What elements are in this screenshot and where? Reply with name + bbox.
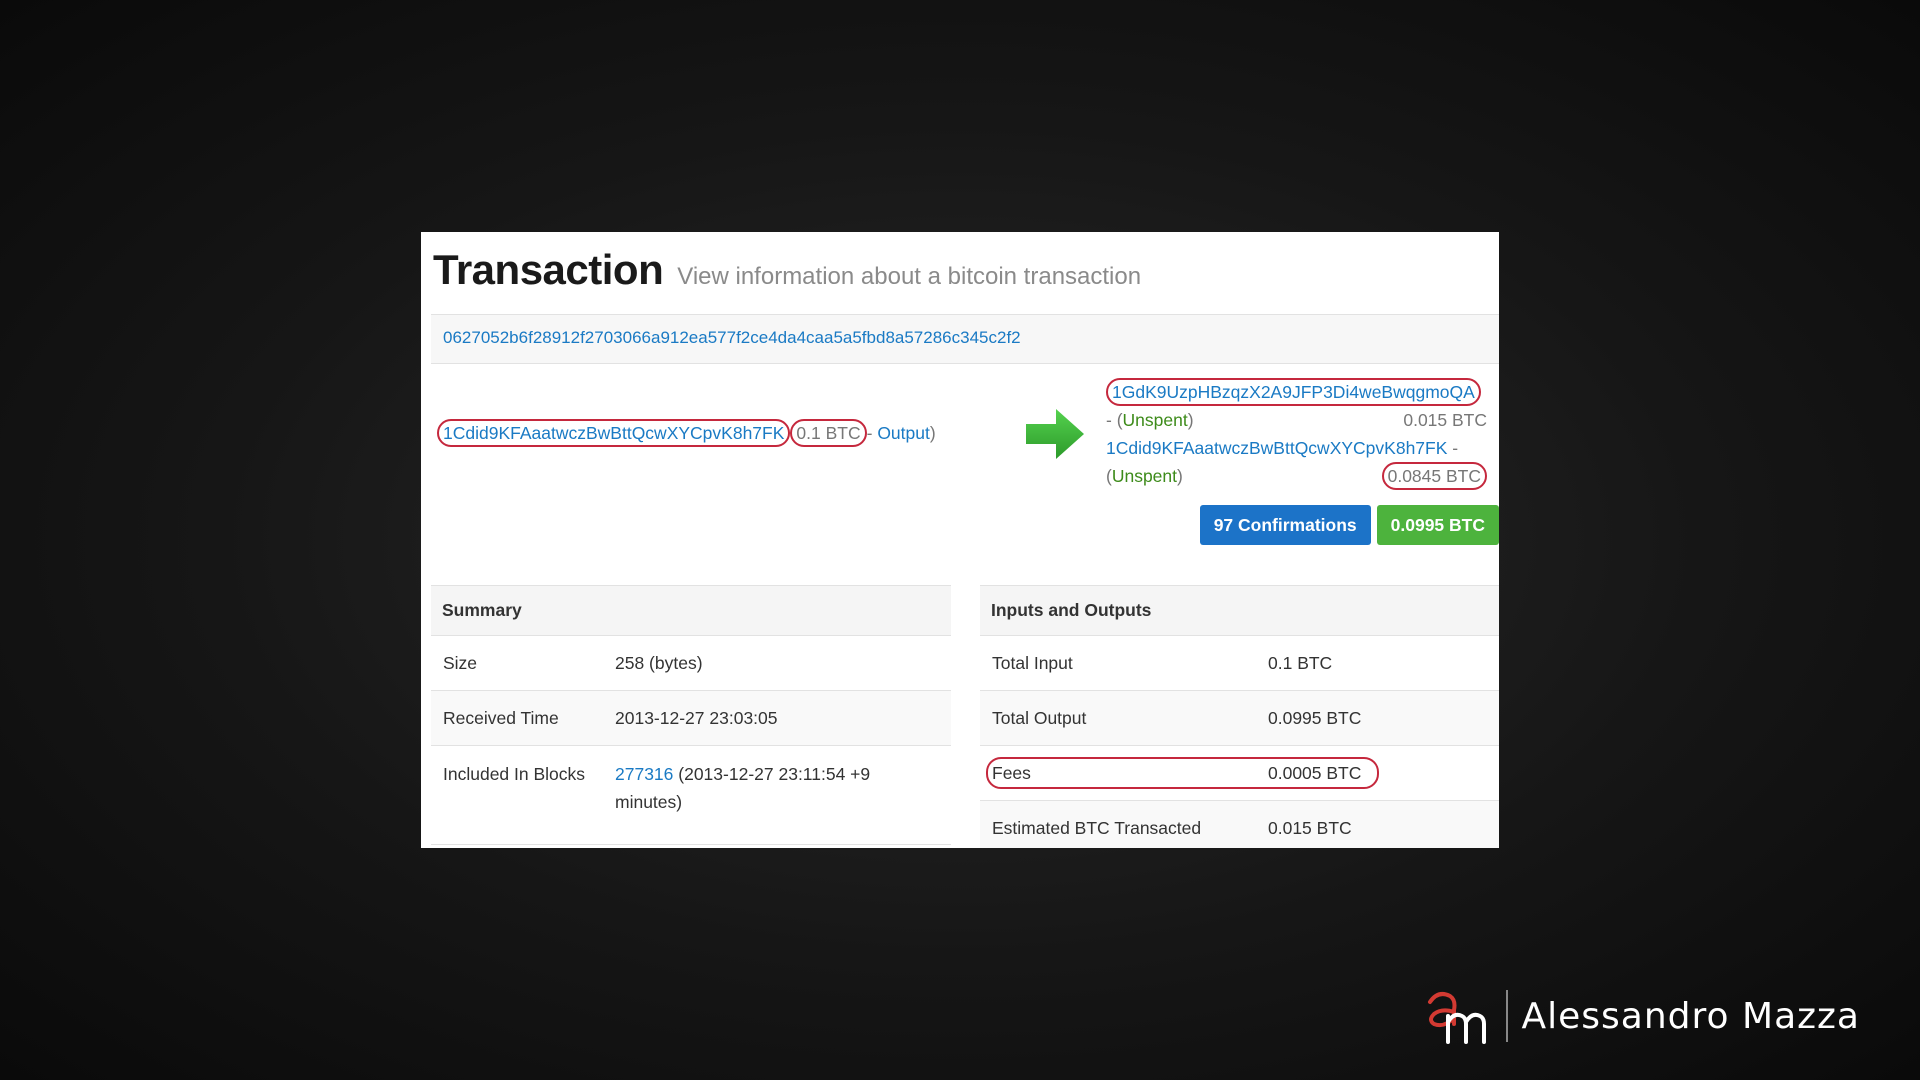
table-row: Included In Blocks 277316 (2013-12-27 23…: [431, 745, 951, 845]
inputs-outputs-heading: Inputs and Outputs: [980, 585, 1499, 636]
am-logo-icon: [1427, 992, 1486, 1044]
included-in-blocks-value: 277316 (2013-12-27 23:11:54 +9 minutes): [603, 745, 951, 845]
summary-heading: Summary: [431, 585, 951, 636]
size-value: 258 (bytes): [603, 635, 951, 691]
transaction-badges: 97 Confirmations 0.0995 BTC: [1199, 505, 1499, 545]
input-address-link[interactable]: 1Cdid9KFAaatwczBwBttQcwXYCpvK8h7FK: [443, 423, 784, 443]
output-1-address-line: 1GdK9UzpHBzqzX2A9JFP3Di4weBwqgmoQA: [1106, 378, 1491, 406]
total-input-value: 0.1 BTC: [1256, 635, 1499, 691]
output-1-status: Unspent: [1122, 410, 1188, 430]
output-2-amount: 0.0845 BTC: [1381, 462, 1487, 490]
table-row: Total Output 0.0995 BTC: [980, 690, 1499, 746]
table-row: Estimated BTC Transacted 0.015 BTC: [980, 800, 1499, 848]
output-2-address-line: 1Cdid9KFAaatwczBwBttQcwXYCpvK8h7FK -: [1106, 434, 1491, 462]
inputs-outputs-table: Inputs and Outputs Total Input 0.1 BTC T…: [980, 585, 1499, 848]
included-in-blocks-label: Included In Blocks: [431, 745, 603, 845]
total-output-value: 0.0995 BTC: [1256, 690, 1499, 746]
estimated-btc-value: 0.015 BTC: [1256, 800, 1499, 848]
output-1-amount: 0.015 BTC: [1403, 410, 1487, 430]
output-2-dash: -: [1447, 438, 1459, 458]
input-row: 1Cdid9KFAaatwczBwBttQcwXYCpvK8h7FK 0.1 BT…: [437, 419, 936, 447]
table-row: Received Time 2013-12-27 23:03:05: [431, 690, 951, 746]
size-label: Size: [431, 635, 603, 691]
outputs-list: 1GdK9UzpHBzqzX2A9JFP3Di4weBwqgmoQA - (Un…: [1106, 378, 1491, 490]
page-header: Transaction View information about a bit…: [433, 246, 1141, 294]
output-1-prefix: - (: [1106, 410, 1123, 430]
output-1-suffix: ): [1187, 410, 1194, 430]
input-dash: -: [866, 423, 878, 443]
output-1-status-line: - (Unspent) 0.015 BTC: [1106, 406, 1491, 434]
output-1-address-link[interactable]: 1GdK9UzpHBzqzX2A9JFP3Di4weBwqgmoQA: [1112, 382, 1475, 402]
table-row: Total Input 0.1 BTC: [980, 635, 1499, 691]
input-output-link[interactable]: Output: [877, 423, 930, 443]
input-amount: 0.1 BTC: [790, 419, 867, 447]
page-subtitle: View information about a bitcoin transac…: [677, 263, 1142, 290]
output-2-suffix: ): [1177, 466, 1183, 486]
output-2-status: Unspent: [1111, 466, 1178, 486]
summary-table: Summary Size 258 (bytes) Received Time 2…: [431, 585, 951, 845]
table-row: Size 258 (bytes): [431, 635, 951, 691]
confirmations-button[interactable]: 97 Confirmations: [1199, 505, 1371, 545]
brand-divider: [1505, 990, 1508, 1042]
block-height-link[interactable]: 277316: [615, 764, 673, 784]
received-time-label: Received Time: [431, 690, 603, 746]
fees-highlight-circle: [986, 757, 1379, 789]
input-close-paren: ): [929, 423, 936, 443]
right-arrow-icon: [1026, 409, 1084, 459]
transaction-hash-bar: 0627052b6f28912f2703066a912ea577f2ce4da4…: [431, 314, 1499, 364]
estimated-btc-label: Estimated BTC Transacted: [980, 800, 1256, 848]
page-title: Transaction: [433, 246, 664, 293]
transaction-hash-link[interactable]: 0627052b6f28912f2703066a912ea577f2ce4da4…: [443, 328, 1021, 348]
transaction-panel: Transaction View information about a bit…: [421, 232, 1499, 848]
output-2-status-line: (Unspent) 0.0845 BTC: [1106, 462, 1491, 490]
total-amount-button[interactable]: 0.0995 BTC: [1376, 505, 1499, 545]
author-branding: Alessandro Mazza: [1424, 988, 1860, 1044]
total-output-label: Total Output: [980, 690, 1256, 746]
received-time-value: 2013-12-27 23:03:05: [603, 690, 951, 746]
total-input-label: Total Input: [980, 635, 1256, 691]
output-2-address-link[interactable]: 1Cdid9KFAaatwczBwBttQcwXYCpvK8h7FK: [1106, 438, 1447, 458]
author-name: Alessandro Mazza: [1521, 995, 1860, 1037]
